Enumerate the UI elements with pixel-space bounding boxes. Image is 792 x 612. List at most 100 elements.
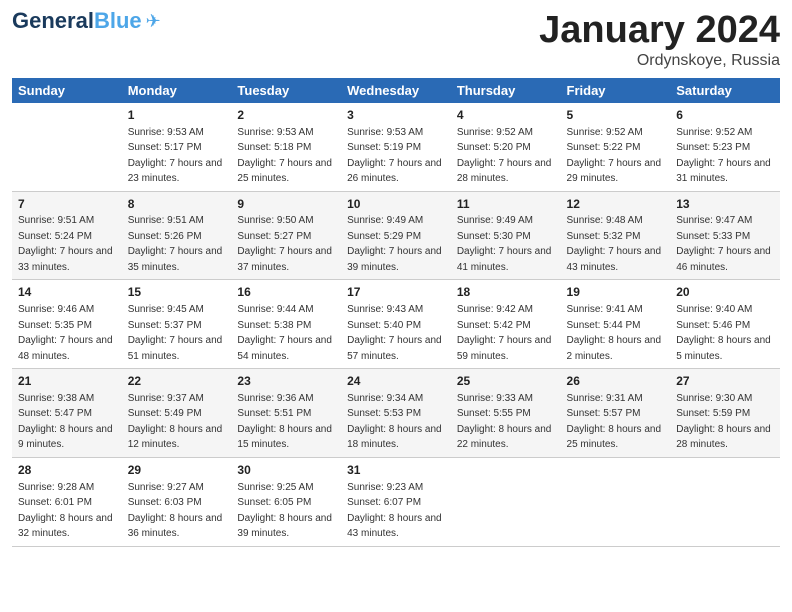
day-info: Sunrise: 9:44 AMSunset: 5:38 PMDaylight:… — [237, 304, 332, 362]
calendar-cell: 28 Sunrise: 9:28 AMSunset: 6:01 PMDayligh… — [12, 457, 122, 546]
calendar-cell: 9 Sunrise: 9:50 AMSunset: 5:27 PMDaylight… — [231, 191, 341, 280]
day-info: Sunrise: 9:30 AMSunset: 5:59 PMDaylight:… — [676, 393, 771, 451]
day-number: 11 — [457, 196, 555, 213]
day-info: Sunrise: 9:41 AMSunset: 5:44 PMDaylight:… — [567, 304, 662, 362]
calendar-cell: 11 Sunrise: 9:49 AMSunset: 5:30 PMDayligh… — [451, 191, 561, 280]
calendar-cell: 25Sunrise: 9:33 AMSunset: 5:55 PMDayligh… — [451, 369, 561, 458]
day-number: 13 — [676, 196, 774, 213]
calendar-cell: 7 Sunrise: 9:51 AMSunset: 5:24 PMDaylight… — [12, 191, 122, 280]
calendar-cell: 13 Sunrise: 9:47 AMSunset: 5:33 PMDayligh… — [670, 191, 780, 280]
day-info: Sunrise: 9:40 AMSunset: 5:46 PMDaylight:… — [676, 304, 771, 362]
calendar-week-row: 14 Sunrise: 9:46 AMSunset: 5:35 PMDayligh… — [12, 280, 780, 369]
day-number: 8 — [128, 196, 226, 213]
day-number: 15 — [128, 284, 226, 301]
calendar-cell: 5 Sunrise: 9:52 AMSunset: 5:22 PMDaylight… — [561, 103, 671, 191]
calendar-cell: 4 Sunrise: 9:52 AMSunset: 5:20 PMDaylight… — [451, 103, 561, 191]
day-number: 21 — [18, 373, 116, 390]
calendar-cell: 22 Sunrise: 9:37 AMSunset: 5:49 PMDayligh… — [122, 369, 232, 458]
calendar-cell: 2 Sunrise: 9:53 AMSunset: 5:18 PMDaylight… — [231, 103, 341, 191]
calendar-cell: 26Sunrise: 9:31 AMSunset: 5:57 PMDayligh… — [561, 369, 671, 458]
day-info: Sunrise: 9:34 AMSunset: 5:53 PMDaylight:… — [347, 393, 442, 451]
calendar-cell: 3 Sunrise: 9:53 AMSunset: 5:19 PMDaylight… — [341, 103, 451, 191]
title-section: January 2024 Ordynskoye, Russia — [539, 10, 780, 70]
day-info: Sunrise: 9:51 AMSunset: 5:26 PMDaylight:… — [128, 215, 223, 273]
calendar-cell: 29Sunrise: 9:27 AMSunset: 6:03 PMDayligh… — [122, 457, 232, 546]
calendar-cell: 14 Sunrise: 9:46 AMSunset: 5:35 PMDayligh… — [12, 280, 122, 369]
day-info: Sunrise: 9:31 AMSunset: 5:57 PMDaylight:… — [567, 393, 662, 451]
day-number: 9 — [237, 196, 335, 213]
calendar-week-row: 7 Sunrise: 9:51 AMSunset: 5:24 PMDaylight… — [12, 191, 780, 280]
calendar-cell: 27Sunrise: 9:30 AMSunset: 5:59 PMDayligh… — [670, 369, 780, 458]
col-tuesday: Tuesday — [231, 78, 341, 103]
day-number: 7 — [18, 196, 116, 213]
day-number: 30 — [237, 462, 335, 479]
col-wednesday: Wednesday — [341, 78, 451, 103]
logo-bird-icon: ✈ — [146, 11, 161, 32]
day-number: 22 — [128, 373, 226, 390]
calendar-cell: 21Sunrise: 9:38 AMSunset: 5:47 PMDayligh… — [12, 369, 122, 458]
calendar-cell: 12Sunrise: 9:48 AMSunset: 5:32 PMDayligh… — [561, 191, 671, 280]
day-info: Sunrise: 9:51 AMSunset: 5:24 PMDaylight:… — [18, 215, 113, 273]
day-info: Sunrise: 9:46 AMSunset: 5:35 PMDaylight:… — [18, 304, 113, 362]
day-number: 2 — [237, 107, 335, 124]
day-info: Sunrise: 9:37 AMSunset: 5:49 PMDaylight:… — [128, 393, 223, 451]
logo-text: GeneralBlue — [12, 10, 142, 32]
calendar-cell: 19 Sunrise: 9:41 AMSunset: 5:44 PMDayligh… — [561, 280, 671, 369]
col-thursday: Thursday — [451, 78, 561, 103]
day-number: 6 — [676, 107, 774, 124]
day-info: Sunrise: 9:49 AMSunset: 5:29 PMDaylight:… — [347, 215, 442, 273]
day-info: Sunrise: 9:42 AMSunset: 5:42 PMDaylight:… — [457, 304, 552, 362]
day-info: Sunrise: 9:45 AMSunset: 5:37 PMDaylight:… — [128, 304, 223, 362]
calendar-table: Sunday Monday Tuesday Wednesday Thursday… — [12, 78, 780, 547]
calendar-cell: 23 Sunrise: 9:36 AMSunset: 5:51 PMDayligh… — [231, 369, 341, 458]
day-number: 20 — [676, 284, 774, 301]
col-sunday: Sunday — [12, 78, 122, 103]
day-number: 19 — [567, 284, 665, 301]
calendar-cell: 8 Sunrise: 9:51 AMSunset: 5:26 PMDaylight… — [122, 191, 232, 280]
day-info: Sunrise: 9:47 AMSunset: 5:33 PMDaylight:… — [676, 215, 771, 273]
calendar-cell: 16 Sunrise: 9:44 AMSunset: 5:38 PMDayligh… — [231, 280, 341, 369]
day-info: Sunrise: 9:52 AMSunset: 5:20 PMDaylight:… — [457, 127, 552, 185]
day-number: 10 — [347, 196, 445, 213]
day-number: 23 — [237, 373, 335, 390]
day-number: 14 — [18, 284, 116, 301]
day-info: Sunrise: 9:23 AMSunset: 6:07 PMDaylight:… — [347, 482, 442, 540]
day-number: 4 — [457, 107, 555, 124]
month-title: January 2024 — [539, 10, 780, 52]
header: GeneralBlue ✈ January 2024 Ordynskoye, R… — [12, 10, 780, 70]
day-number: 5 — [567, 107, 665, 124]
day-info: Sunrise: 9:52 AMSunset: 5:22 PMDaylight:… — [567, 127, 662, 185]
day-info: Sunrise: 9:25 AMSunset: 6:05 PMDaylight:… — [237, 482, 332, 540]
calendar-cell: 6 Sunrise: 9:52 AMSunset: 5:23 PMDaylight… — [670, 103, 780, 191]
day-number: 24 — [347, 373, 445, 390]
day-info: Sunrise: 9:53 AMSunset: 5:19 PMDaylight:… — [347, 127, 442, 185]
calendar-cell — [561, 457, 671, 546]
calendar-week-row: 28 Sunrise: 9:28 AMSunset: 6:01 PMDayligh… — [12, 457, 780, 546]
day-info: Sunrise: 9:36 AMSunset: 5:51 PMDaylight:… — [237, 393, 332, 451]
calendar-cell: 10 Sunrise: 9:49 AMSunset: 5:29 PMDayligh… — [341, 191, 451, 280]
day-info: Sunrise: 9:43 AMSunset: 5:40 PMDaylight:… — [347, 304, 442, 362]
calendar-cell: 30 Sunrise: 9:25 AMSunset: 6:05 PMDayligh… — [231, 457, 341, 546]
calendar-cell — [451, 457, 561, 546]
calendar-cell: 20 Sunrise: 9:40 AMSunset: 5:46 PMDayligh… — [670, 280, 780, 369]
day-info: Sunrise: 9:49 AMSunset: 5:30 PMDaylight:… — [457, 215, 552, 273]
day-number: 18 — [457, 284, 555, 301]
col-saturday: Saturday — [670, 78, 780, 103]
day-info: Sunrise: 9:28 AMSunset: 6:01 PMDaylight:… — [18, 482, 113, 540]
day-number: 3 — [347, 107, 445, 124]
location: Ordynskoye, Russia — [539, 52, 780, 70]
calendar-cell: 15 Sunrise: 9:45 AMSunset: 5:37 PMDayligh… — [122, 280, 232, 369]
col-monday: Monday — [122, 78, 232, 103]
logo: GeneralBlue ✈ — [12, 10, 161, 32]
day-number: 1 — [128, 107, 226, 124]
day-info: Sunrise: 9:48 AMSunset: 5:32 PMDaylight:… — [567, 215, 662, 273]
day-info: Sunrise: 9:27 AMSunset: 6:03 PMDaylight:… — [128, 482, 223, 540]
day-info: Sunrise: 9:53 AMSunset: 5:18 PMDaylight:… — [237, 127, 332, 185]
day-info: Sunrise: 9:50 AMSunset: 5:27 PMDaylight:… — [237, 215, 332, 273]
calendar-cell: 18 Sunrise: 9:42 AMSunset: 5:42 PMDayligh… — [451, 280, 561, 369]
day-info: Sunrise: 9:52 AMSunset: 5:23 PMDaylight:… — [676, 127, 771, 185]
col-friday: Friday — [561, 78, 671, 103]
day-number: 16 — [237, 284, 335, 301]
day-number: 28 — [18, 462, 116, 479]
day-info: Sunrise: 9:33 AMSunset: 5:55 PMDaylight:… — [457, 393, 552, 451]
